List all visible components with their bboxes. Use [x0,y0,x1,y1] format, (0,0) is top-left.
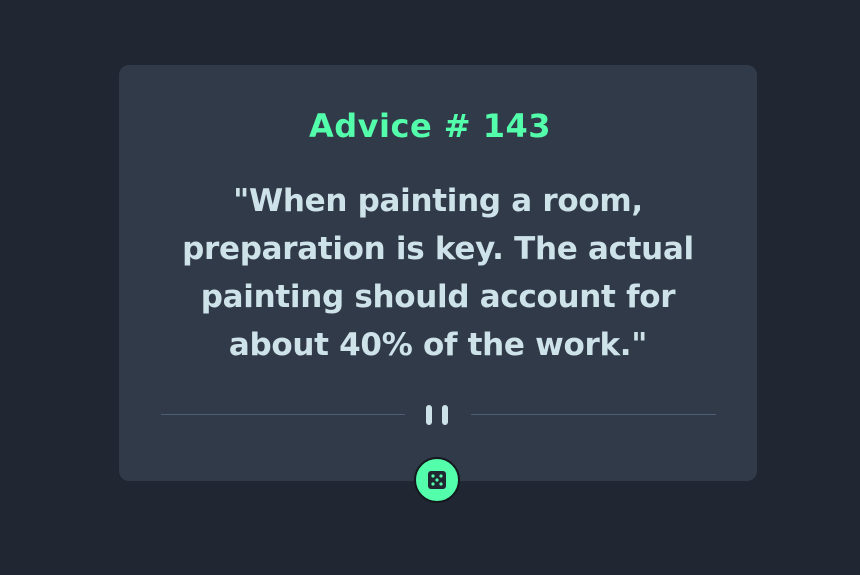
pause-bar-left [426,405,432,425]
divider-line-right [471,414,716,415]
pause-bar-right [442,405,448,425]
generate-advice-button[interactable] [414,457,460,503]
dice-icon [428,471,446,489]
advice-number-heading: Advice # 143 [308,107,552,145]
divider-line-left [161,414,405,415]
advice-quote: "When painting a room, preparation is ke… [182,183,694,363]
pause-icon [426,405,452,425]
